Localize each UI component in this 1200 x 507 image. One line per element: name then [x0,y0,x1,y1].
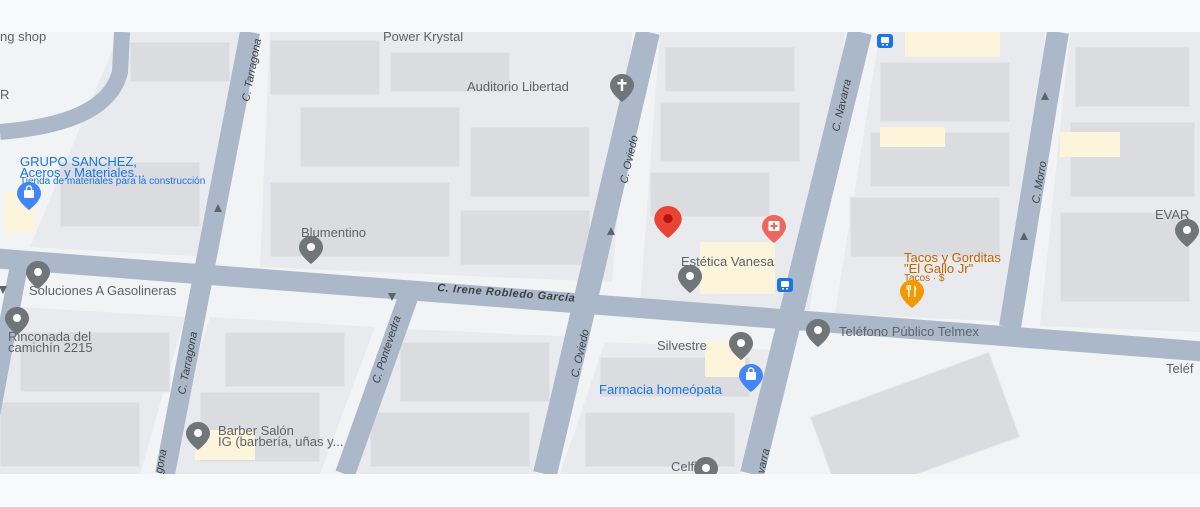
medical-icon[interactable] [762,215,786,243]
building [879,61,1011,123]
poi-label-r-cut: R [0,87,10,102]
building [659,101,801,163]
cross-icon[interactable] [610,74,634,102]
building [459,209,591,266]
building [0,401,141,468]
fork-knife-icon[interactable] [900,280,924,308]
poi-label-soluciones[interactable]: Soluciones A Gasolineras [29,283,176,299]
building [269,39,381,96]
building [1074,46,1191,108]
poi-label-power-krystal[interactable]: Power Krystal [383,32,463,45]
building [469,126,591,198]
shopping-bag-icon[interactable] [739,364,763,392]
place-pin-icon[interactable] [186,422,210,450]
building [399,341,551,403]
map-base-layer: C. Tarragona C. Tarragona gona C. Pontev… [0,32,1200,474]
building [299,106,461,168]
commercial-area [880,127,945,147]
poi-label-barber-2[interactable]: IG (barbería, uñas y... [218,434,343,450]
poi-label-rinconada-2[interactable]: camichín 2215 [8,340,93,356]
building [224,331,346,388]
place-pin-icon[interactable] [5,307,29,335]
place-pin-icon[interactable] [806,319,830,347]
building [1059,211,1191,303]
poi-label-auditorio[interactable]: Auditorio Libertad [467,79,569,95]
building [664,46,796,93]
building [849,196,1001,258]
poi-label-telefono[interactable]: Teléfono Público Telmex [839,324,979,340]
place-pin-icon[interactable] [26,261,50,289]
place-pin-icon[interactable] [694,457,718,474]
poi-label-silvestre[interactable]: Silvestre [657,338,707,354]
bus-stop-icon[interactable] [877,34,893,48]
poi-label-farmacia[interactable]: Farmacia homeópata [599,382,722,398]
map-frame: C. Tarragona C. Tarragona gona C. Pontev… [0,0,1200,507]
bus-stop-icon[interactable] [777,278,793,292]
building [369,411,531,468]
place-pin-icon[interactable] [729,332,753,360]
commercial-area [905,32,1000,57]
poi-sublabel-grupo-sanchez: Tienda de materiales para la construcció… [20,176,206,187]
place-pin-icon[interactable] [299,236,323,264]
commercial-area [1060,132,1120,157]
poi-label-ng-shop[interactable]: ng shop [0,32,46,45]
building [269,181,451,258]
place-pin-icon[interactable] [678,265,702,293]
map-canvas[interactable]: C. Tarragona C. Tarragona gona C. Pontev… [0,32,1200,474]
poi-label-telefono-cut[interactable]: Teléf [1166,361,1193,377]
shopping-bag-icon[interactable] [17,182,41,210]
place-pin-icon[interactable] [1175,219,1199,247]
building [129,41,231,83]
location-marker-icon[interactable] [654,206,682,238]
